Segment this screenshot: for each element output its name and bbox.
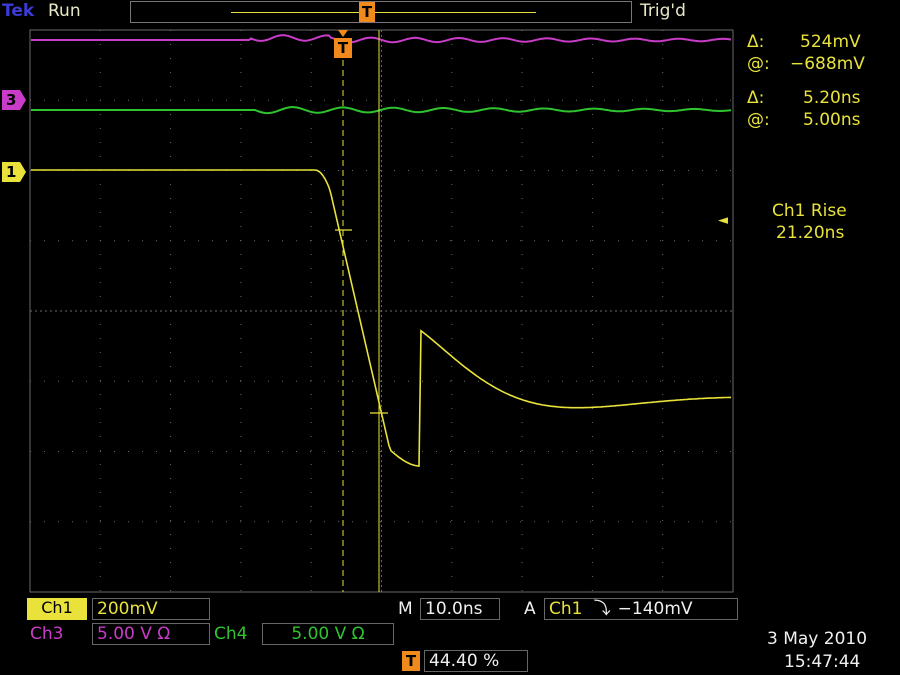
trigger-level: −140mV	[617, 599, 693, 619]
timebase-prefix: M	[398, 599, 413, 619]
trigger-position-badge-icon: T	[402, 651, 420, 671]
trigger-source: Ch1	[549, 599, 583, 619]
time-display: 15:47:44	[784, 652, 861, 672]
grid-lines	[30, 30, 733, 592]
ch1-scale[interactable]: 200mV	[92, 598, 210, 620]
t-at-label: @:	[747, 110, 770, 130]
ch3-label[interactable]: Ch3	[30, 624, 63, 644]
measurement-name: Ch1 Rise	[772, 201, 847, 221]
measurement-pointer-icon: ◄	[718, 213, 728, 228]
v-delta-label: Δ:	[747, 32, 765, 52]
graticule	[29, 29, 734, 593]
trigger-marker-icon[interactable]: T	[334, 38, 352, 58]
v-at-value: −688mV	[790, 54, 865, 74]
t-delta-label: Δ:	[747, 88, 765, 108]
trigger-setting[interactable]: Ch1 ⤵ −140mV	[544, 598, 738, 620]
v-at-label: @:	[747, 54, 770, 74]
falling-edge-icon: ⤵	[593, 599, 611, 619]
ch4-label[interactable]: Ch4	[214, 624, 247, 644]
ch1-label[interactable]: Ch1	[27, 598, 87, 620]
t-at-value: 5.00ns	[803, 110, 861, 130]
trigger-prefix: A	[524, 599, 536, 619]
trigger-point-marker	[338, 30, 348, 37]
measurement-value: 21.20ns	[776, 223, 845, 243]
v-delta-value: 524mV	[800, 32, 861, 52]
trigger-position-value[interactable]: 44.40 %	[424, 650, 528, 672]
t-delta-value: 5.20ns	[803, 88, 861, 108]
date-display: 3 May 2010	[767, 629, 868, 649]
timebase-value[interactable]: 10.0ns	[420, 598, 500, 620]
ch3-scale[interactable]: 5.00 V Ω	[92, 623, 210, 645]
ch4-scale[interactable]: 5.00 V Ω	[262, 623, 394, 645]
ch4-trace	[31, 106, 732, 115]
